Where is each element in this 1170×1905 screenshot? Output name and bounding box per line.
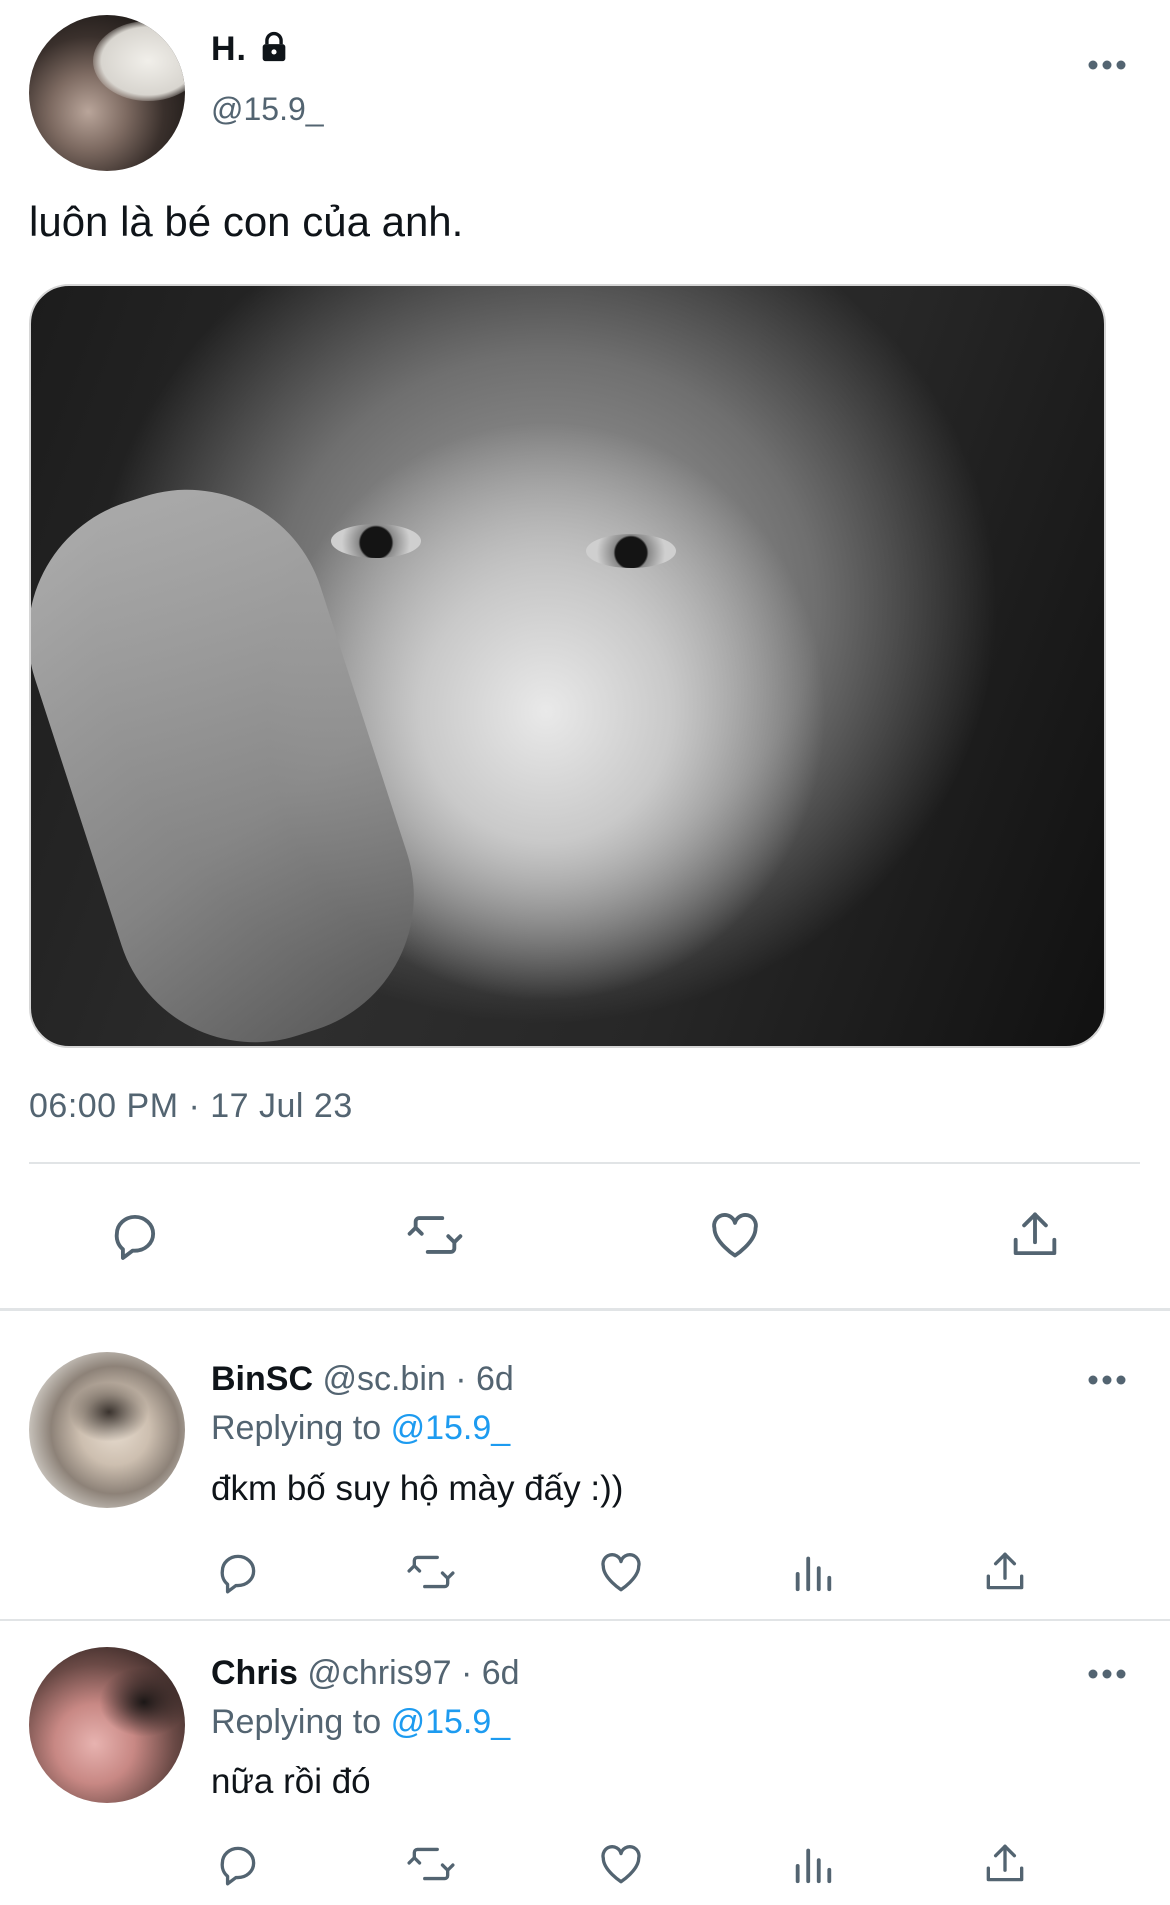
more-options-button[interactable]: [1085, 43, 1129, 87]
reply-text: đkm bố suy hộ mày đấy :)): [211, 1469, 624, 1508]
like-icon: [601, 1845, 641, 1884]
replying-mention-link[interactable]: @15.9_: [391, 1703, 511, 1741]
section-divider: [0, 1308, 1170, 1311]
reply-button[interactable]: [100, 1203, 170, 1267]
author-avatar[interactable]: [29, 15, 185, 171]
like-icon: [712, 1213, 758, 1258]
reply-icon: [220, 1846, 256, 1886]
retweet-button[interactable]: [400, 1546, 462, 1598]
reply-icon: [220, 1554, 256, 1594]
reply-more-button[interactable]: [1085, 1652, 1129, 1696]
retweet-icon: [407, 1555, 455, 1589]
like-button[interactable]: [593, 1838, 649, 1890]
tweet-photo[interactable]: [29, 284, 1106, 1048]
more-horizontal-icon: [1088, 1669, 1126, 1679]
more-horizontal-icon: [1088, 1375, 1126, 1385]
tweet-text: luôn là bé con của anh.: [29, 198, 464, 245]
reply-meta: @sc.bin · 6d: [322, 1360, 514, 1398]
divider: [29, 1162, 1140, 1164]
like-button[interactable]: [593, 1546, 649, 1598]
share-button[interactable]: [977, 1838, 1033, 1890]
reply-button[interactable]: [210, 1838, 266, 1890]
replying-mention-link[interactable]: @15.9_: [391, 1409, 511, 1447]
reply-avatar[interactable]: [29, 1647, 185, 1803]
share-icon: [1013, 1212, 1057, 1256]
analytics-icon: [795, 1848, 832, 1884]
reply-meta: @chris97 · 6d: [307, 1654, 520, 1692]
retweet-button[interactable]: [398, 1203, 472, 1267]
retweet-icon: [407, 1847, 455, 1881]
reply-header: Chris @chris97 · 6d: [211, 1654, 520, 1693]
replying-to: Replying to @15.9_: [211, 1409, 510, 1448]
share-button[interactable]: [1000, 1203, 1070, 1267]
analytics-icon: [795, 1556, 832, 1592]
lock-icon: [262, 31, 286, 62]
replying-to: Replying to @15.9_: [211, 1703, 510, 1742]
reply-header: BinSC @sc.bin · 6d: [211, 1360, 514, 1399]
tweet-timestamp[interactable]: 06:00 PM · 17 Jul 23: [29, 1087, 353, 1126]
replying-label: Replying to: [211, 1409, 382, 1447]
more-horizontal-icon: [1088, 60, 1126, 70]
reply-icon: [114, 1215, 156, 1260]
author-display-name[interactable]: H.: [211, 30, 247, 69]
analytics-button[interactable]: [785, 1838, 841, 1890]
analytics-button[interactable]: [785, 1546, 841, 1598]
reply-avatar[interactable]: [29, 1352, 185, 1508]
retweet-icon: [407, 1216, 463, 1254]
reply-more-button[interactable]: [1085, 1358, 1129, 1402]
reply-text: nữa rồi đó: [211, 1762, 371, 1801]
like-icon: [601, 1553, 641, 1592]
share-icon: [986, 1844, 1024, 1882]
reply-button[interactable]: [210, 1546, 266, 1598]
share-button[interactable]: [977, 1546, 1033, 1598]
author-handle[interactable]: @15.9_: [211, 91, 324, 128]
reply-divider: [0, 1619, 1170, 1621]
like-button[interactable]: [700, 1203, 770, 1267]
reply-author-name[interactable]: Chris: [211, 1654, 298, 1692]
share-icon: [986, 1552, 1024, 1590]
replying-label: Replying to: [211, 1703, 382, 1741]
reply-author-name[interactable]: BinSC: [211, 1360, 313, 1398]
retweet-button[interactable]: [400, 1838, 462, 1890]
